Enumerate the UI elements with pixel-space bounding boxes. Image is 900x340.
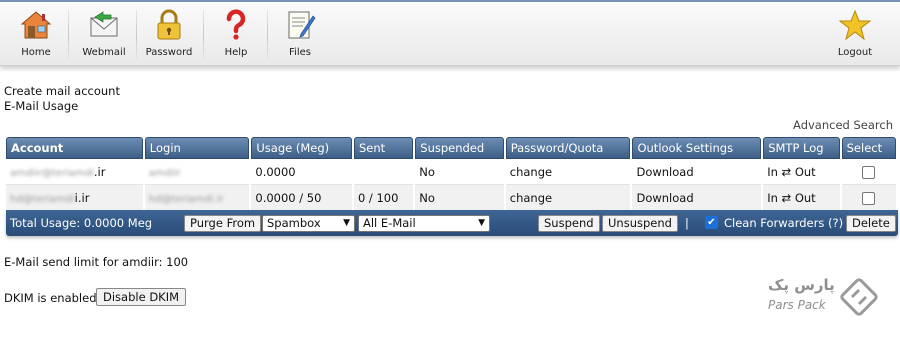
toolbar-home-button[interactable]: Home (10, 8, 62, 62)
account-domain-suffix: .ir (93, 164, 106, 179)
advanced-search-link[interactable]: Advanced Search (793, 118, 893, 132)
delete-button[interactable]: Delete (846, 215, 896, 232)
toolbar-logout-button[interactable]: Logout (830, 8, 880, 62)
toolbar-files-label: Files (289, 47, 311, 58)
dkim-status-text: DKIM is enabled (4, 291, 97, 305)
account-name-redacted: amdiir@teriamdi (10, 167, 94, 179)
toolbar-home-label: Home (21, 47, 51, 58)
parspack-logo-icon (840, 278, 878, 316)
watermark-english-text: Pars Pack (768, 298, 826, 312)
top-toolbar: Home Webmail Password Help Files Logout (0, 0, 900, 66)
table-footer-bar: Total Usage: 0.0000 Meg Purge From Spamb… (6, 210, 898, 236)
toolbar-webmail-label: Webmail (82, 47, 126, 58)
outlook-download-link[interactable]: Download (632, 159, 762, 185)
toolbar-divider (136, 10, 137, 60)
chevron-down-icon: ▼ (478, 218, 485, 228)
usage-cell: 0.0000 / 50 (251, 185, 352, 211)
login-cell: hd@teriamdi.ir (144, 185, 250, 211)
watermark-persian-text: پارس پک (768, 276, 835, 294)
select-cell (841, 185, 896, 211)
row-select-checkbox[interactable] (862, 191, 876, 205)
outlook-download-link[interactable]: Download (632, 185, 762, 211)
question-mark-icon (226, 9, 246, 40)
spambox-select-value: Spambox (267, 216, 321, 230)
column-header-password-quota[interactable]: Password/Quota (505, 137, 631, 159)
login-cell: amdiir (144, 159, 250, 185)
parspack-watermark: پارس پک Pars Pack (768, 276, 880, 320)
send-limit-text: E-Mail send limit for amdiir: 100 (4, 255, 189, 269)
toolbar-files-button[interactable]: Files (276, 8, 324, 62)
clean-forwarders-label[interactable]: Clean Forwarders (?) (724, 216, 843, 230)
login-redacted: hd@teriamdi.ir (148, 193, 224, 205)
column-header-select[interactable]: Select (841, 137, 896, 159)
account-cell[interactable]: hd@teriamdii.ir (6, 185, 143, 211)
suspended-cell: No (415, 159, 504, 185)
padlock-icon (157, 9, 181, 40)
table-header-row: Account Login Usage (Meg) Sent Suspended… (6, 137, 896, 159)
total-usage-label: Total Usage: 0.0000 Meg (10, 216, 153, 230)
toolbar-password-button[interactable]: Password (142, 8, 196, 62)
toolbar-divider (203, 10, 204, 60)
disable-dkim-button[interactable]: Disable DKIM (96, 288, 187, 306)
column-header-usage[interactable]: Usage (Meg) (251, 137, 352, 159)
change-password-link[interactable]: change (505, 159, 631, 185)
sent-cell (353, 159, 414, 185)
footer-divider: | (685, 216, 689, 230)
toolbar-help-button[interactable]: Help (212, 8, 260, 62)
suspended-cell: No (415, 185, 504, 211)
spambox-select[interactable]: Spambox ▼ (262, 215, 355, 232)
email-usage-link[interactable]: E-Mail Usage (4, 99, 78, 113)
home-icon (20, 11, 52, 39)
purge-from-button[interactable]: Purge From (184, 215, 262, 232)
all-email-select-value: All E-Mail (363, 216, 416, 230)
suspend-button[interactable]: Suspend (538, 215, 600, 232)
change-password-link[interactable]: change (505, 185, 631, 211)
column-header-suspended[interactable]: Suspended (415, 137, 504, 159)
column-header-smtp-log[interactable]: SMTP Log (763, 137, 840, 159)
all-email-select[interactable]: All E-Mail ▼ (358, 215, 490, 232)
column-header-outlook-settings[interactable]: Outlook Settings (632, 137, 762, 159)
sent-cell: 0 / 100 (353, 185, 414, 211)
login-redacted: amdiir (148, 167, 181, 179)
clean-forwarders-checkbox[interactable]: ✔ (705, 216, 718, 229)
account-name-redacted: hd@teriamdi (10, 193, 75, 205)
smtp-log-link[interactable]: In ⇄ Out (763, 185, 840, 211)
toolbar-webmail-button[interactable]: Webmail (76, 8, 132, 62)
toolbar-logout-label: Logout (837, 47, 873, 58)
create-mail-account-link[interactable]: Create mail account (4, 84, 120, 98)
select-cell (841, 159, 896, 185)
column-header-sent[interactable]: Sent (353, 137, 414, 159)
account-cell[interactable]: amdiir@teriamdi.ir (6, 159, 143, 185)
files-icon (288, 11, 316, 39)
toolbar-help-label: Help (224, 47, 248, 58)
webmail-icon (90, 11, 118, 37)
account-domain-suffix: i.ir (74, 190, 90, 205)
table-row: hd@teriamdii.ir hd@teriamdi.ir 0.0000 / … (6, 185, 896, 211)
column-header-account[interactable]: Account (6, 137, 143, 159)
email-accounts-table: Account Login Usage (Meg) Sent Suspended… (4, 137, 898, 211)
row-select-checkbox[interactable] (862, 165, 876, 179)
usage-cell: 0.0000 (251, 159, 352, 185)
toolbar-password-label: Password (145, 47, 193, 58)
unsuspend-button[interactable]: Unsuspend (602, 215, 678, 232)
star-icon (838, 9, 872, 41)
toolbar-divider (267, 10, 268, 60)
table-row: amdiir@teriamdi.ir amdiir 0.0000 No chan… (6, 159, 896, 185)
column-header-login[interactable]: Login (144, 137, 250, 159)
smtp-log-link[interactable]: In ⇄ Out (763, 159, 840, 185)
toolbar-divider (68, 10, 69, 60)
chevron-down-icon: ▼ (343, 218, 350, 228)
